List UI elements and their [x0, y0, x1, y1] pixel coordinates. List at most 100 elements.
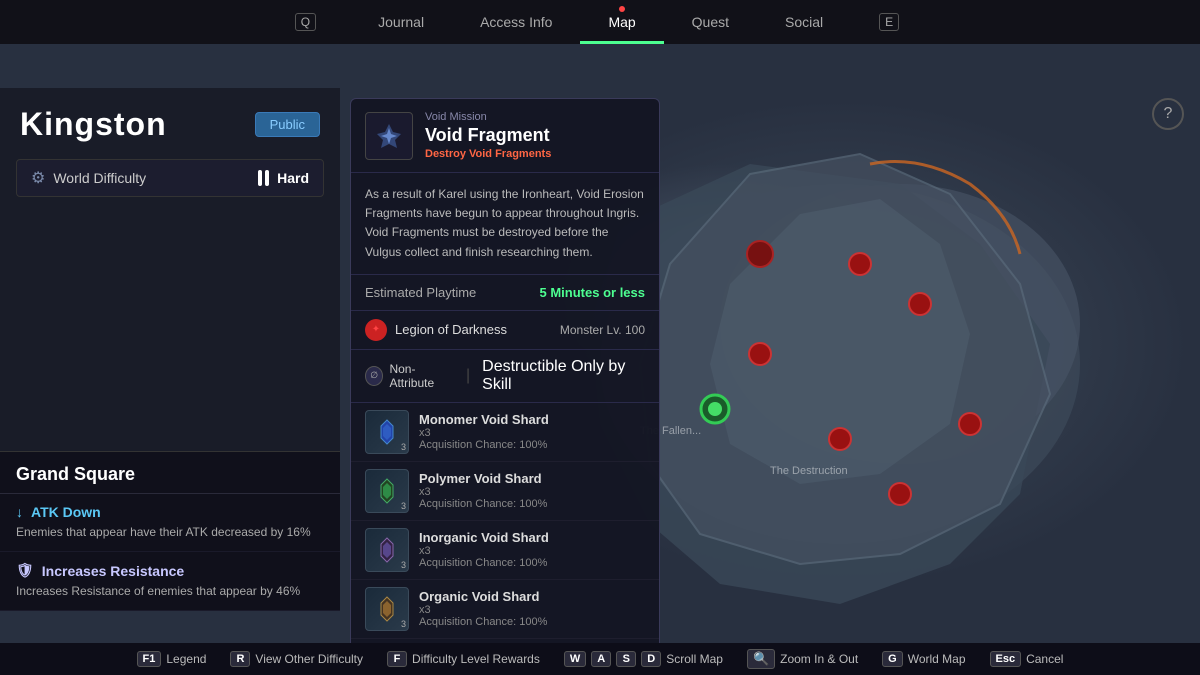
- bb-difficulty-rewards[interactable]: F Difficulty Level Rewards: [387, 651, 540, 667]
- nav-journal[interactable]: Journal: [350, 0, 452, 44]
- atk-down-icon: ↓: [16, 504, 23, 520]
- organic-chance: Acquisition Chance: 100%: [419, 616, 645, 628]
- enemy-info: ✦ Legion of Darkness: [365, 319, 507, 341]
- grand-square-title: Grand Square: [16, 464, 135, 484]
- atk-down-desc: Enemies that appear have their ATK decre…: [16, 524, 324, 541]
- difficulty-bar-1: [258, 170, 262, 186]
- bb-scroll-map: W A S D Scroll Map: [564, 651, 723, 667]
- w-key: W: [564, 651, 586, 667]
- polymer-info: Polymer Void Shard x3 Acquisition Chance…: [419, 471, 645, 510]
- resistance-desc: Increases Resistance of enemies that app…: [16, 583, 324, 600]
- map-notification-dot: [619, 6, 625, 12]
- atk-down-effect: ↓ ATK Down Enemies that appear have thei…: [0, 494, 340, 552]
- svg-text:The Destruction: The Destruction: [770, 465, 848, 477]
- f1-key: F1: [137, 651, 162, 667]
- nav-q-key[interactable]: Q: [267, 0, 350, 44]
- attrib-non-label: Non-Attribute: [389, 362, 454, 390]
- enemy-level: Monster Lv. 100: [560, 323, 645, 337]
- help-icon: ?: [1164, 105, 1173, 123]
- reward-organic: 3 Organic Void Shard x3 Acquisition Chan…: [351, 580, 659, 639]
- organic-name: Organic Void Shard: [419, 589, 645, 604]
- polymer-count: 3: [401, 501, 406, 511]
- map-area: The Fallen... The Destruction Kingston P…: [0, 44, 1200, 643]
- mission-type: Void Mission: [425, 111, 551, 123]
- a-key: A: [591, 651, 611, 667]
- monomer-name: Monomer Void Shard: [419, 412, 645, 427]
- help-button[interactable]: ?: [1152, 98, 1184, 130]
- nav-items: Q Journal Access Info Map Quest Social E: [267, 0, 933, 44]
- grand-square-panel: Grand Square ↓ ATK Down Enemies that app…: [0, 451, 340, 611]
- world-difficulty-value: Hard: [277, 170, 309, 186]
- difficulty-bars: [258, 170, 269, 186]
- nav-social-label: Social: [785, 14, 823, 30]
- nav-access-info[interactable]: Access Info: [452, 0, 580, 44]
- monomer-crystal-svg: [373, 418, 401, 446]
- monomer-chance: Acquisition Chance: 100%: [419, 439, 645, 451]
- inorganic-crystal-svg: [373, 536, 401, 564]
- grand-square-header: Grand Square: [0, 452, 340, 494]
- mission-subtitle: Destroy Void Fragments: [425, 148, 551, 160]
- bb-zoom: 🔍 Zoom In & Out: [747, 649, 858, 669]
- mission-header: Void Mission Void Fragment Destroy Void …: [351, 99, 659, 173]
- nav-map[interactable]: Map: [580, 0, 663, 44]
- scroll-map-label: Scroll Map: [666, 652, 723, 666]
- enemy-icon: ✦: [365, 319, 387, 341]
- inorganic-info: Inorganic Void Shard x3 Acquisition Chan…: [419, 530, 645, 569]
- world-difficulty[interactable]: ⚙ World Difficulty Hard: [16, 159, 324, 197]
- world-difficulty-label: World Difficulty: [53, 170, 146, 186]
- attrib-destructible-label: Destructible Only by Skill: [482, 358, 645, 394]
- organic-icon: 3: [365, 587, 409, 631]
- resistance-effect: 🛡 Increases Resistance Increases Resista…: [0, 552, 340, 611]
- reward-polymer: 3 Polymer Void Shard x3 Acquisition Chan…: [351, 462, 659, 521]
- mission-attributes: ∅ Non-Attribute | Destructible Only by S…: [351, 350, 659, 403]
- enemy-name: Legion of Darkness: [395, 322, 507, 337]
- monomer-count: 3: [401, 442, 406, 452]
- location-header: Kingston Public: [0, 88, 340, 155]
- top-navigation: Q Journal Access Info Map Quest Social E: [0, 0, 1200, 44]
- polymer-name: Polymer Void Shard: [419, 471, 645, 486]
- nav-map-label: Map: [608, 14, 635, 30]
- nav-e-key[interactable]: E: [851, 0, 933, 44]
- nav-quest-label: Quest: [692, 14, 729, 30]
- g-key: G: [882, 651, 903, 667]
- s-key: S: [616, 651, 636, 667]
- bb-view-difficulty[interactable]: R View Other Difficulty: [230, 651, 363, 667]
- tooltip-scroll: Alt + ⊕ Tooltip Scroll: [351, 639, 659, 643]
- attrib-non: ∅ Non-Attribute: [365, 362, 454, 390]
- attrib-sep: |: [466, 367, 470, 385]
- nav-social[interactable]: Social: [757, 0, 851, 44]
- d-key: D: [641, 651, 661, 667]
- public-badge: Public: [255, 112, 320, 137]
- playtime-value: 5 Minutes or less: [540, 285, 645, 300]
- cancel-label: Cancel: [1026, 652, 1063, 666]
- bb-world-map[interactable]: G World Map: [882, 651, 965, 667]
- legend-label: Legend: [166, 652, 206, 666]
- organic-crystal-svg: [373, 595, 401, 623]
- monomer-info: Monomer Void Shard x3 Acquisition Chance…: [419, 412, 645, 451]
- zoom-label: Zoom In & Out: [780, 652, 858, 666]
- organic-info: Organic Void Shard x3 Acquisition Chance…: [419, 589, 645, 628]
- q-key-badge: Q: [295, 13, 316, 31]
- resistance-title: 🛡 Increases Resistance: [16, 562, 324, 579]
- non-attribute-icon: ∅: [365, 366, 383, 386]
- polymer-qty: x3: [419, 486, 645, 498]
- mission-enemy: ✦ Legion of Darkness Monster Lv. 100: [351, 311, 659, 350]
- e-key-badge: E: [879, 13, 899, 31]
- f-key: F: [387, 651, 407, 667]
- nav-quest[interactable]: Quest: [664, 0, 757, 44]
- monomer-qty: x3: [419, 427, 645, 439]
- monomer-icon: 3: [365, 410, 409, 454]
- inorganic-name: Inorganic Void Shard: [419, 530, 645, 545]
- atk-down-label: ATK Down: [31, 504, 101, 520]
- world-difficulty-icon: ⚙: [31, 168, 45, 188]
- mission-playtime: Estimated Playtime 5 Minutes or less: [351, 275, 659, 311]
- resistance-label: Increases Resistance: [42, 563, 184, 579]
- nav-access-info-label: Access Info: [480, 14, 552, 30]
- polymer-icon: 3: [365, 469, 409, 513]
- bb-cancel[interactable]: Esc Cancel: [990, 651, 1064, 667]
- bb-legend[interactable]: F1 Legend: [137, 651, 207, 667]
- reward-monomer: 3 Monomer Void Shard x3 Acquisition Chan…: [351, 403, 659, 462]
- atk-down-title: ↓ ATK Down: [16, 504, 324, 520]
- organic-qty: x3: [419, 604, 645, 616]
- nav-journal-label: Journal: [378, 14, 424, 30]
